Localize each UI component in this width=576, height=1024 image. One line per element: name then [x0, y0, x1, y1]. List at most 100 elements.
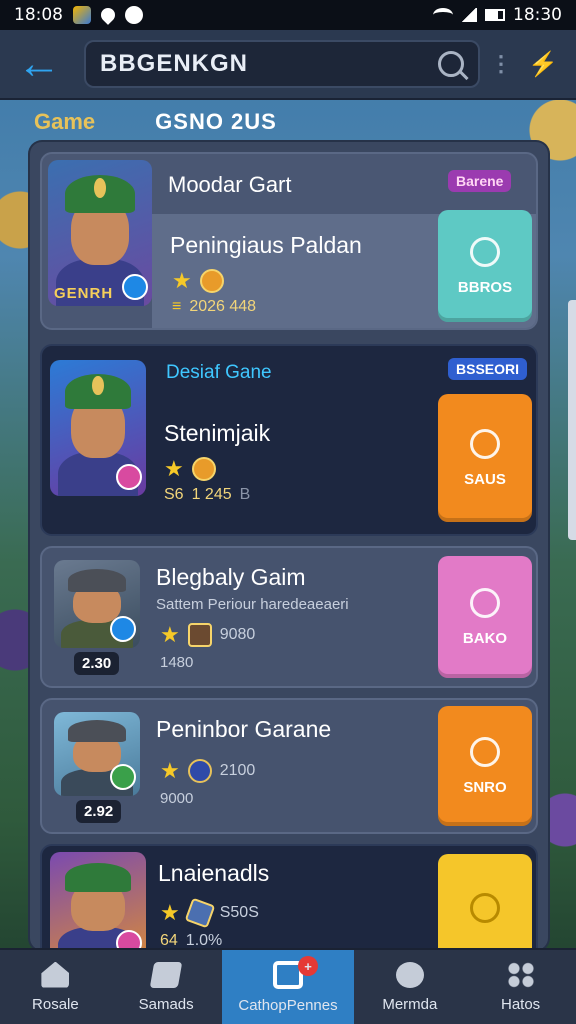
card-rating: ★ [164, 456, 216, 482]
wifi-icon [433, 8, 453, 22]
card-badge: BSSEORI [448, 358, 528, 380]
card-meta: S6 1 245 B [164, 486, 250, 504]
card-rating: ★ 9080 [160, 622, 255, 648]
card-rating: ★ S50S [160, 897, 259, 929]
card-title: Stenimjaik [164, 420, 271, 446]
section-title: GSNO 2US [155, 109, 277, 134]
avatar-badge-icon [110, 764, 136, 790]
camera-icon [395, 961, 424, 988]
button-label: BBROS [457, 278, 513, 296]
star-icon: ★ [164, 456, 184, 481]
card-action-button[interactable]: BBROS [438, 210, 532, 322]
status-time: 18:08 [14, 5, 63, 25]
game-card[interactable]: 2.92 Peninbor Garane ★ 2100 9000 SNRO [40, 698, 538, 834]
search-input[interactable]: BBGENKGN [84, 40, 480, 88]
bottom-navigation: Rosale Samads + CathopPennes Mermda Hato… [0, 948, 576, 1024]
card-title: Blegbaly Gaim [156, 564, 306, 590]
star-icon: ★ [160, 622, 180, 647]
nav-label: CathopPennes [238, 996, 338, 1014]
nav-item-rosale[interactable]: Rosale [0, 950, 111, 1024]
star-icon: ★ [160, 900, 180, 925]
card-rating: ★ 2100 [160, 758, 255, 784]
button-label: BAKO [462, 629, 508, 647]
search-icon[interactable] [438, 51, 464, 77]
nav-label: Rosale [32, 995, 79, 1013]
flame-icon [470, 736, 500, 767]
nav-label: Hatos [501, 995, 541, 1013]
card-description: Sattem Periour haredeaeaeri [156, 596, 349, 613]
game-avatar [54, 712, 140, 796]
medal-icon [187, 759, 212, 783]
star-icon: ★ [172, 268, 192, 293]
card-title: Peningiaus Paldan [170, 232, 362, 258]
nav-item-samads[interactable]: Samads [111, 950, 222, 1024]
card-action-button[interactable] [438, 854, 532, 950]
avatar-badge-icon [116, 464, 142, 490]
card-meta-prefix: S6 [164, 486, 184, 503]
section-game-label: Game [34, 109, 96, 134]
section-header: Game GSNO 2US [0, 104, 576, 140]
chest-icon [187, 623, 212, 647]
nav-item-hatos[interactable]: Hatos [465, 950, 576, 1024]
game-avatar [50, 360, 146, 496]
gallery-icon [73, 6, 91, 24]
coins-stack-icon: ≡ [172, 298, 182, 315]
card-meta-value: S50S [219, 904, 259, 921]
card-tag: Moodar Gart [168, 172, 292, 197]
avatar-number: 2.30 [74, 652, 120, 675]
notification-badge: + [297, 956, 318, 976]
side-drawer-handle[interactable] [568, 300, 576, 540]
game-card[interactable]: Lnaienadls ★ S50S 64 1.0% [40, 844, 538, 950]
game-card[interactable]: Desiaf Gane BSSEORI Stenimjaik ★ S6 1 24… [40, 344, 538, 536]
gear-icon [470, 893, 500, 923]
card-meta-value: 9080 [219, 626, 256, 643]
game-avatar [50, 852, 146, 950]
card-meta-value: 2026 448 [189, 298, 257, 315]
games-icon [149, 961, 183, 988]
card-meta-value: 2100 [219, 762, 256, 779]
card-action-button[interactable]: SAUS [438, 394, 532, 522]
card-badge: Barene [448, 170, 512, 192]
card-meta-value: 1 245 [191, 486, 232, 503]
bolt-icon[interactable]: ⚡ [528, 50, 558, 79]
nav-item-cathoppennes[interactable]: + CathopPennes [221, 950, 355, 1024]
avatar-badge-icon [122, 274, 148, 300]
button-label: SNRO [463, 778, 507, 796]
card-meta-secondary: 1480 [160, 654, 194, 671]
power-icon [470, 587, 500, 618]
status-time-right: 18:30 [513, 5, 562, 25]
gem-icon [184, 897, 216, 929]
card-title: Lnaienadls [158, 860, 270, 886]
game-card[interactable]: 2.30 Blegbaly Gaim Sattem Periour harede… [40, 546, 538, 688]
game-list-panel: GENRH Moodar Gart Barene Peningiaus Pald… [30, 142, 548, 950]
game-avatar: GENRH [48, 160, 152, 306]
camera-icon [125, 6, 143, 24]
game-card[interactable]: GENRH Moodar Gart Barene Peningiaus Pald… [40, 152, 538, 330]
search-value: BBGENKGN [100, 50, 249, 77]
grid-icon [506, 961, 535, 988]
home-icon [41, 961, 70, 988]
signal-icon [461, 8, 477, 22]
card-action-button[interactable]: SNRO [438, 706, 532, 826]
back-arrow-icon: ← [17, 39, 61, 88]
card-tag: Desiaf Gane [166, 362, 272, 383]
location-icon [98, 5, 118, 25]
status-bar: 18:08 18:30 [0, 0, 576, 30]
clock-icon [470, 428, 500, 459]
avatar-badge-icon [116, 930, 142, 950]
card-rating: ★ [172, 268, 224, 294]
shield-icon [470, 236, 500, 267]
avatar-badge-icon [110, 616, 136, 642]
avatar-banner: GENRH [54, 285, 114, 302]
coin-icon [199, 269, 224, 293]
coin-icon [191, 457, 216, 481]
nav-label: Mermda [382, 995, 438, 1013]
card-action-button[interactable]: BAKO [438, 556, 532, 678]
back-button[interactable]: ← [14, 39, 64, 89]
card-meta: ≡ 2026 448 [172, 298, 256, 316]
nav-item-mermda[interactable]: Mermda [354, 950, 465, 1024]
more-dots-icon[interactable]: ⋮ [490, 51, 512, 77]
card-meta-suffix: B [239, 486, 251, 503]
top-bar: ← BBGENKGN ⋮ ⚡ [0, 30, 576, 100]
star-icon: ★ [160, 758, 180, 783]
